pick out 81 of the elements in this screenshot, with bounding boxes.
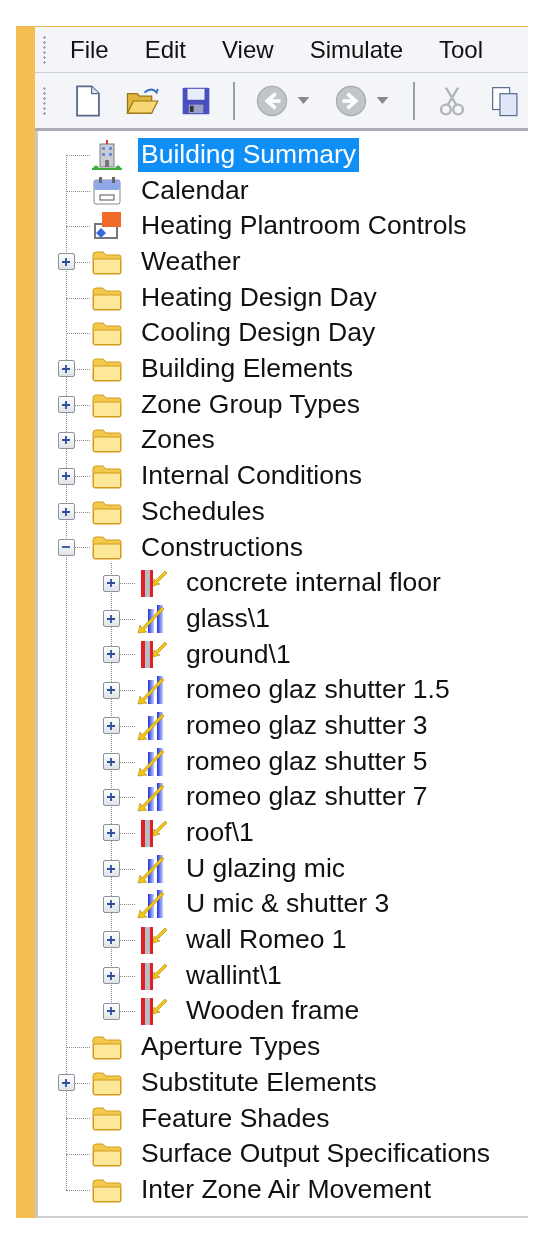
expand-button[interactable] (102, 788, 120, 806)
plus-icon (106, 1006, 116, 1017)
tree-item[interactable]: wallint\1 (183, 958, 285, 993)
menu-item[interactable]: Tool (421, 35, 502, 64)
tree-item[interactable]: glass\1 (183, 601, 273, 636)
plus-icon (106, 899, 116, 910)
expand-button[interactable] (102, 717, 120, 735)
tree-item[interactable]: Building Elements (138, 352, 357, 386)
expand-button[interactable] (57, 1074, 75, 1092)
expand-button[interactable] (102, 681, 120, 699)
grip-handle[interactable] (43, 85, 46, 116)
tree-item[interactable]: Aperture Types (138, 1030, 324, 1064)
expand-button[interactable] (57, 503, 75, 521)
menu-item[interactable]: Edit (126, 35, 205, 64)
expand-button[interactable] (102, 610, 120, 628)
expand-button[interactable] (102, 967, 120, 985)
tree-item[interactable]: concrete internal floor (183, 566, 444, 600)
plus-icon (106, 685, 116, 696)
menu-item[interactable]: Simulate (291, 35, 421, 64)
grip-handle[interactable] (43, 34, 46, 65)
tree-item[interactable]: Constructions (138, 530, 306, 565)
tree-item[interactable]: Heating Design Day (138, 280, 380, 315)
tree-item[interactable]: romeo glaz shutter 5 (183, 744, 431, 779)
expand-button[interactable] (102, 824, 120, 842)
menu-item[interactable]: File (60, 35, 127, 64)
plus-icon (61, 471, 71, 482)
plus-icon (106, 720, 116, 731)
tree-item[interactable]: Feature Shades (138, 1101, 333, 1136)
plus-icon (61, 399, 71, 410)
tree-item[interactable]: romeo glaz shutter 3 (183, 708, 431, 743)
tree-item[interactable]: romeo glaz shutter 7 (183, 780, 431, 815)
tree-item[interactable]: Weather (138, 245, 244, 279)
tree-item[interactable]: Heating Plantroom Controls (138, 209, 470, 244)
tree-item[interactable]: Zone Group Types (138, 387, 363, 422)
expand-button[interactable] (102, 574, 120, 592)
expand-button[interactable] (57, 253, 75, 271)
expand-button[interactable] (102, 931, 120, 949)
expand-button[interactable] (57, 467, 75, 485)
plus-icon (106, 649, 116, 660)
calendar-icon (91, 174, 123, 207)
expand-button[interactable] (57, 360, 75, 378)
tree-item[interactable]: romeo glaz shutter 1.5 (183, 673, 453, 708)
tree-item[interactable]: U glazing mic (183, 851, 349, 886)
plus-icon (61, 363, 71, 374)
tree-item[interactable]: U mic & shutter 3 (183, 887, 393, 922)
plus-icon (106, 863, 116, 874)
plus-icon (106, 792, 116, 803)
expand-button[interactable] (102, 860, 120, 878)
expand-button[interactable] (102, 895, 120, 913)
tree-item[interactable]: Surface Output Specifications (138, 1137, 494, 1171)
tree-item[interactable]: wall Romeo 1 (183, 923, 350, 957)
plus-icon (106, 970, 116, 981)
expand-button[interactable] (102, 645, 120, 663)
plus-icon (106, 934, 116, 945)
tree-item[interactable]: roof\1 (183, 816, 257, 850)
plus-icon (106, 613, 116, 624)
caret-icon (376, 97, 389, 104)
tree-item[interactable]: Inter Zone Air Movement (138, 1172, 435, 1207)
plus-icon (106, 756, 116, 767)
expand-button[interactable] (57, 431, 75, 449)
plus-icon (61, 506, 71, 517)
tree-item[interactable]: Schedules (138, 494, 268, 529)
caret-icon (297, 97, 310, 104)
tree-item[interactable]: Substitute Elements (138, 1065, 380, 1100)
tree-item[interactable]: ground\1 (183, 637, 294, 672)
tree-item[interactable]: Internal Conditions (138, 459, 365, 493)
tree-item[interactable]: Cooling Design Day (138, 316, 379, 351)
tree-item[interactable]: Calendar (138, 173, 252, 208)
plus-icon (61, 435, 71, 446)
tree-item[interactable]: Wooden frame (183, 994, 363, 1029)
expand-button[interactable] (102, 753, 120, 771)
plus-icon (61, 256, 71, 267)
plus-icon (106, 578, 116, 589)
plus-icon (61, 1077, 71, 1088)
tree-item[interactable]: Zones (138, 423, 218, 458)
expand-button[interactable] (57, 396, 75, 414)
menu-item[interactable]: View (204, 35, 292, 64)
plus-icon (106, 827, 116, 838)
expand-button[interactable] (102, 1002, 120, 1020)
collapse-button[interactable] (57, 538, 75, 556)
building-icon (91, 138, 123, 171)
